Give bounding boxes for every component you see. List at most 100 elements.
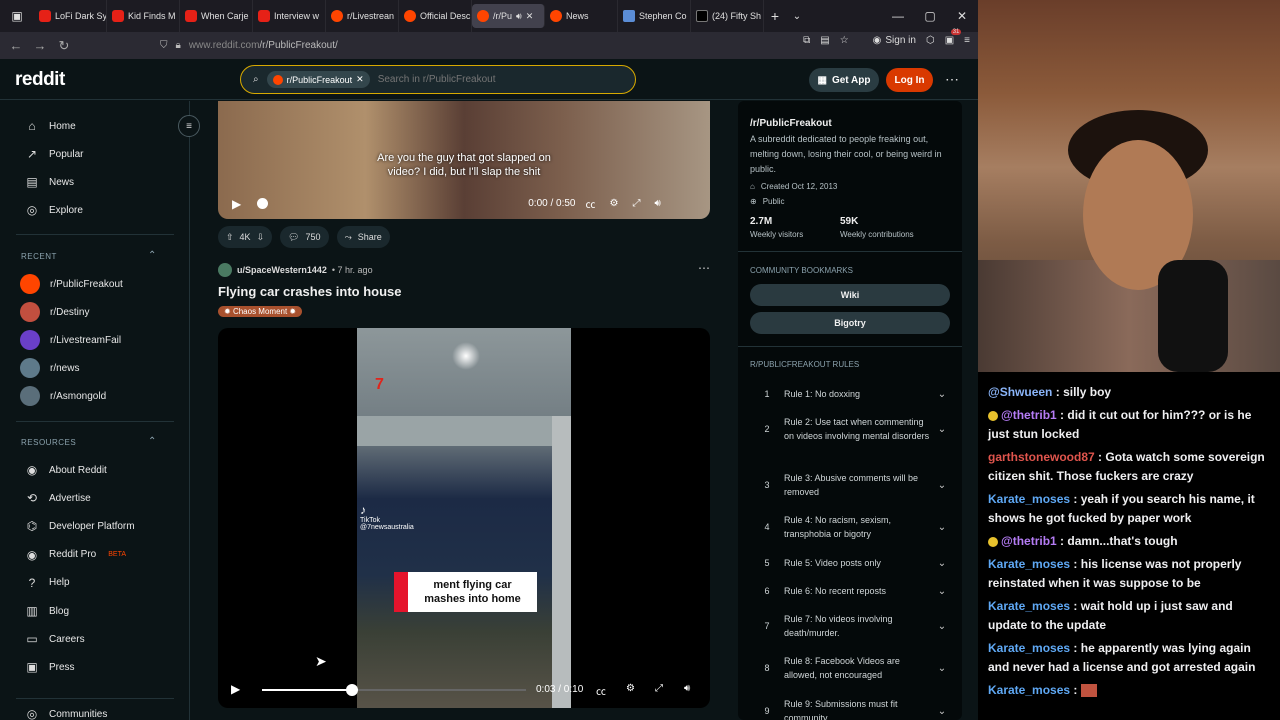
downvote-icon[interactable]: ⇩ — [257, 232, 265, 243]
sidebar-item-resource[interactable]: ◉ Reddit Pro BETA — [25, 548, 126, 562]
sidebar-item-resource[interactable]: ? Help — [25, 576, 70, 590]
back-icon[interactable]: ← — [4, 38, 28, 53]
sidebar-item-recent[interactable]: r/PublicFreakout — [20, 274, 123, 294]
minimize-icon[interactable]: — — [882, 0, 914, 32]
sidebar-item-communities[interactable]: ◎ Communities — [25, 707, 108, 720]
chat-username[interactable]: Karate_moses — [988, 492, 1070, 506]
bookmark-button[interactable]: Wiki — [750, 284, 950, 306]
browser-tab[interactable]: Interview w — [253, 0, 326, 32]
captions-icon[interactable]: ㏄ — [586, 196, 596, 211]
tab-list-chevron-icon[interactable]: ⌄ — [786, 11, 808, 22]
sidebar-item-resource[interactable]: ▥ Blog — [25, 604, 69, 618]
share-button[interactable]: ⤳ Share — [336, 226, 390, 248]
captions-icon[interactable]: ㏄ — [596, 683, 606, 698]
reddit-logo[interactable]: reddit — [15, 69, 65, 91]
fullscreen-icon[interactable]: ⤢ — [632, 198, 640, 209]
rule-item[interactable]: 6 Rule 6: No recent reposts ⌄ — [750, 584, 950, 598]
chat-username[interactable]: Karate_moses — [988, 599, 1070, 613]
page-action-icon[interactable]: ⧉ — [803, 35, 810, 46]
menu-icon[interactable]: ≡ — [964, 35, 970, 46]
addon-icon[interactable]: ▣ 31 — [945, 29, 962, 46]
collapse-sidebar-icon[interactable]: ≡ — [178, 115, 200, 137]
sidebar-item-recent[interactable]: r/LivestreamFail — [20, 330, 121, 350]
speaker-icon[interactable]: 🔊︎ — [516, 11, 522, 22]
user-avatar[interactable] — [218, 263, 232, 277]
sidebar-item-recent[interactable]: r/news — [20, 358, 79, 378]
bookmark-star-icon[interactable]: ☆ — [840, 35, 849, 46]
chat-username[interactable]: garthstonewood87 — [988, 450, 1095, 464]
sidebar-item-explore[interactable]: ◎ Explore — [25, 203, 83, 217]
video-player[interactable]: 7 ♪ TikTok @7newsaustralia ment flying car… — [218, 328, 710, 708]
settings-gear-icon[interactable]: ⚙ — [626, 683, 635, 694]
maximize-icon[interactable]: ▢ — [914, 0, 946, 32]
settings-gear-icon[interactable]: ⚙ — [610, 198, 619, 209]
extensions-icon[interactable]: ⬡ — [926, 35, 935, 46]
chat-username[interactable]: @thetrib1 — [1001, 534, 1057, 548]
sidebar-item-resource[interactable]: ▣ Press — [25, 660, 74, 674]
chat-username[interactable]: Karate_moses — [988, 641, 1070, 655]
browser-tab[interactable]: r/Livestrean — [326, 0, 399, 32]
search-scope-chip[interactable]: r/PublicFreakout ✕ — [266, 71, 370, 88]
rule-item[interactable]: 3 Rule 3: Abusive comments will be remove… — [750, 471, 950, 499]
rule-item[interactable]: 4 Rule 4: No racism, sexism, transphobia … — [750, 513, 950, 541]
volume-icon[interactable]: 🔊︎ — [654, 198, 660, 209]
address-bar[interactable]: ⛉ 🔒︎ www.reddit.com/r/PublicFreakout/ — [160, 36, 760, 55]
rule-item[interactable]: 1 Rule 1: No doxxing ⌄ — [750, 387, 950, 401]
close-tab-icon[interactable]: ✕ — [526, 11, 534, 22]
browser-tab[interactable]: (24) Fifty Sh — [691, 0, 764, 32]
browser-tab[interactable]: Stephen Co — [618, 0, 691, 32]
play-icon[interactable]: ▶ — [231, 682, 240, 696]
chat-username[interactable]: Karate_moses — [988, 683, 1070, 697]
post-title[interactable]: Flying car crashes into house — [218, 284, 402, 299]
post-flair[interactable]: ✹ Chaos Moment ✹ — [218, 306, 303, 317]
volume-icon[interactable]: 🔊︎ — [684, 683, 690, 694]
get-app-button[interactable]: ▦ Get App — [809, 68, 879, 92]
video-player[interactable]: Are you the guy that got slapped on vide… — [218, 101, 710, 219]
browser-tab[interactable]: LoFi Dark Sy — [34, 0, 107, 32]
reader-view-icon[interactable]: ▤ — [820, 35, 829, 46]
resources-heading[interactable]: RESOURCES ⌃ — [21, 436, 156, 447]
search-input[interactable] — [377, 74, 578, 85]
search-bar[interactable]: ⌕ r/PublicFreakout ✕ — [240, 65, 636, 94]
forward-icon[interactable]: → — [28, 38, 52, 53]
seek-knob[interactable] — [257, 198, 269, 209]
seek-bar[interactable] — [262, 684, 526, 696]
sign-in-button[interactable]: ◉ Sign in — [873, 35, 916, 46]
sidebar-item-resource[interactable]: ◉ About Reddit — [25, 463, 107, 477]
sidebar-item-news[interactable]: ▤ News — [25, 175, 74, 189]
sidebar-item-home[interactable]: ⌂ Home — [25, 119, 75, 133]
chat-username[interactable]: @thetrib1 — [1001, 408, 1057, 422]
community-name[interactable]: /r/PublicFreakout — [750, 118, 832, 129]
fullscreen-icon[interactable]: ⤢ — [655, 683, 663, 694]
sidebar-item-resource[interactable]: ⌬ Developer Platform — [25, 519, 135, 533]
browser-tab[interactable]: News — [545, 0, 618, 32]
browser-tab[interactable]: /r/Pu 🔊︎ ✕ — [472, 4, 545, 28]
post-author[interactable]: u/SpaceWestern1442 — [237, 265, 327, 275]
login-button[interactable]: Log In — [886, 68, 933, 92]
recent-heading[interactable]: RECENT ⌃ — [21, 250, 156, 261]
bookmark-button[interactable]: Bigotry — [750, 312, 950, 334]
browser-tab[interactable]: Official Desc — [399, 0, 472, 32]
sidebar-item-resource[interactable]: ⟲ Advertise — [25, 491, 91, 505]
remove-chip-icon[interactable]: ✕ — [356, 74, 364, 85]
chat-username[interactable]: Karate_moses — [988, 557, 1070, 571]
close-window-icon[interactable]: ✕ — [946, 0, 978, 32]
browser-tab[interactable]: Kid Finds M — [107, 0, 180, 32]
browser-tab[interactable]: When Carje — [180, 0, 253, 32]
rule-item[interactable]: 7 Rule 7: No videos involving death/murde… — [750, 612, 950, 640]
play-icon[interactable]: ▶ — [232, 197, 241, 211]
comments-button[interactable]: 💬︎ 750 — [280, 226, 329, 248]
rule-item[interactable]: 8 Rule 8: Facebook Videos are allowed, no… — [750, 654, 950, 682]
sidebar-item-resource[interactable]: ▭ Careers — [25, 632, 84, 646]
upvote-icon[interactable]: ⇧ — [226, 232, 234, 243]
reload-icon[interactable]: ↻ — [52, 38, 76, 54]
tab-overview-icon[interactable]: ▣ — [0, 9, 34, 23]
chat-username[interactable]: @Shwueen — [988, 385, 1052, 399]
rule-item[interactable]: 2 Rule 2: Use tact when commenting on vid… — [750, 415, 950, 443]
new-tab-icon[interactable]: + — [764, 8, 786, 24]
sidebar-item-popular[interactable]: ↗ Popular — [25, 147, 84, 161]
seek-knob[interactable] — [345, 684, 358, 696]
post-options-icon[interactable]: ⋯ — [698, 261, 710, 275]
more-options-icon[interactable]: ⋯ — [945, 71, 959, 88]
rule-item[interactable]: 9 Rule 9: Submissions must fit community ⌄ — [750, 697, 950, 720]
